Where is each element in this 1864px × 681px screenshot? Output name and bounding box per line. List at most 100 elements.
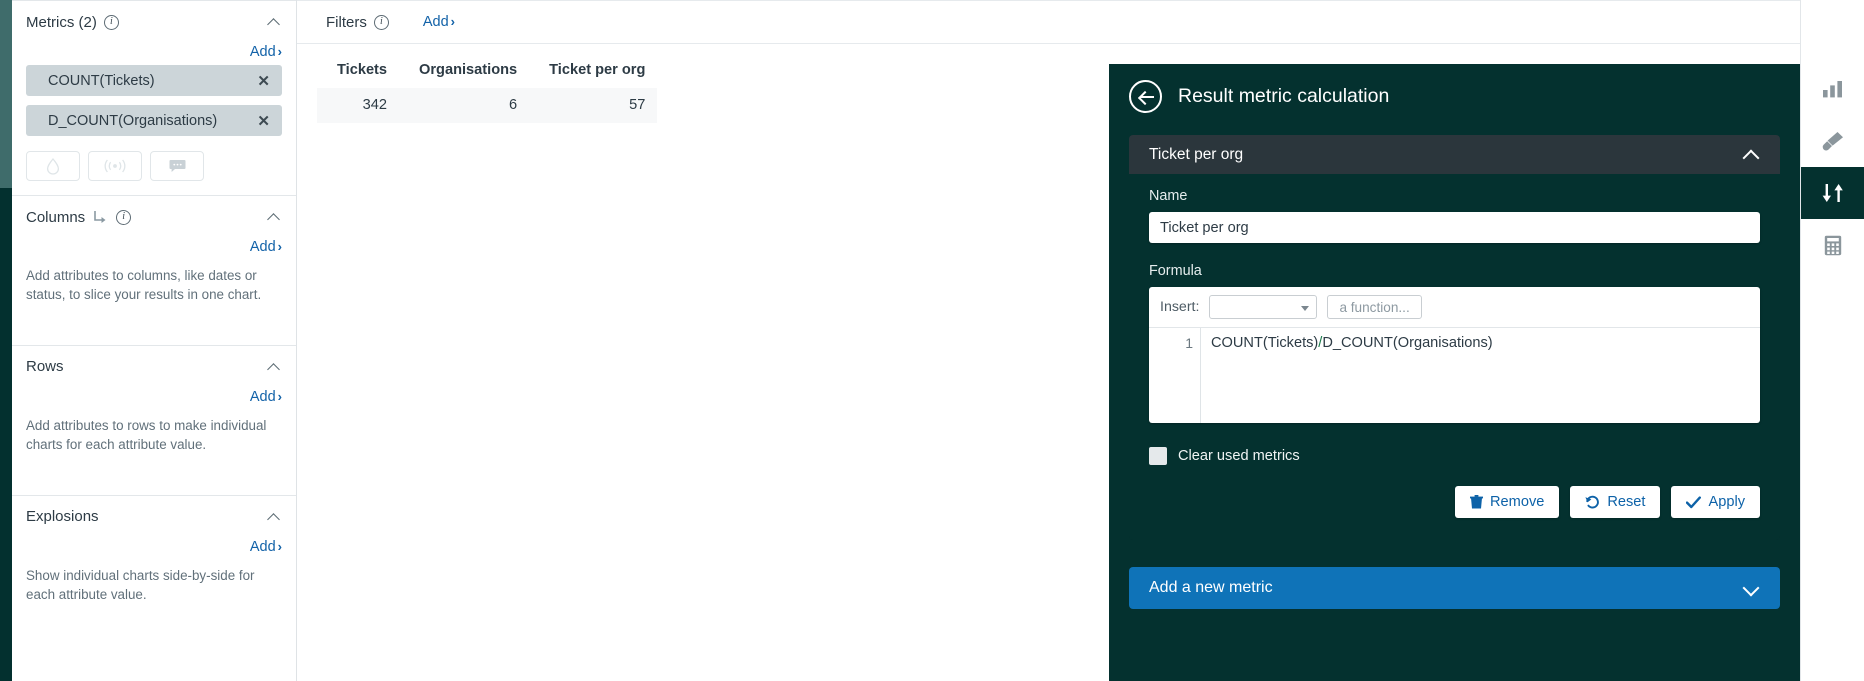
trash-icon xyxy=(1470,495,1483,509)
remove-button[interactable]: Remove xyxy=(1455,486,1559,518)
insert-label: Insert: xyxy=(1160,299,1199,315)
formula-code-text[interactable]: COUNT(Tickets)/D_COUNT(Organisations) xyxy=(1201,328,1760,423)
reset-button[interactable]: Reset xyxy=(1570,486,1660,518)
chevron-right-icon: › xyxy=(278,539,282,554)
columns-help-text: Add attributes to columns, like dates or… xyxy=(26,260,278,345)
metrics-section-header[interactable]: Metrics (2) i xyxy=(26,1,282,43)
table-header-cell[interactable]: Organisations xyxy=(399,56,529,88)
bar-chart-icon xyxy=(1822,80,1843,98)
metrics-add-link[interactable]: Add› xyxy=(250,44,282,60)
rows-section-header[interactable]: Rows xyxy=(26,346,282,388)
metrics-add-label: Add xyxy=(250,44,276,60)
formula-toolbar: Insert: a function... xyxy=(1149,287,1760,328)
results-table: Tickets Organisations Ticket per org 342… xyxy=(317,56,657,123)
columns-section-header[interactable]: Columns i xyxy=(26,196,282,238)
chevron-down-icon[interactable] xyxy=(1742,579,1760,597)
left-rail-lower-segment xyxy=(0,188,12,681)
rows-add-link[interactable]: Add› xyxy=(250,389,282,405)
sidebar-section-metrics: Metrics (2) i Add› COUNT(Tickets) ✕ D_CO… xyxy=(12,0,296,195)
metric-card-title: Ticket per org xyxy=(1149,146,1243,164)
formula-operand-right: D_COUNT(Organisations) xyxy=(1322,335,1492,351)
metric-chip[interactable]: COUNT(Tickets) ✕ xyxy=(26,65,282,96)
apply-button[interactable]: Apply xyxy=(1671,486,1760,518)
undo-icon xyxy=(1585,495,1600,509)
chevron-right-icon: › xyxy=(278,44,282,59)
comment-bubble-icon-button[interactable] xyxy=(150,151,204,181)
metrics-add-row: Add› xyxy=(26,43,282,65)
rail-item-style[interactable] xyxy=(1801,115,1864,167)
calculator-icon xyxy=(1824,235,1842,256)
filters-bar: Filters i Add› xyxy=(297,0,1864,44)
rail-item-chart[interactable] xyxy=(1801,63,1864,115)
metric-chip[interactable]: D_COUNT(Organisations) ✕ xyxy=(26,105,282,136)
formula-field-label: Formula xyxy=(1149,263,1760,279)
table-header-cell[interactable]: Tickets xyxy=(317,56,399,88)
explosions-help-text: Show individual charts side-by-side for … xyxy=(26,560,278,645)
rows-add-label: Add xyxy=(250,389,276,405)
chevron-up-icon[interactable] xyxy=(268,510,282,524)
metrics-title: Metrics (2) xyxy=(26,14,97,31)
close-icon[interactable]: ✕ xyxy=(255,112,272,130)
clear-used-metrics-row[interactable]: Clear used metrics xyxy=(1149,423,1760,465)
info-icon[interactable]: i xyxy=(374,15,389,30)
chevron-right-icon: › xyxy=(278,389,282,404)
function-input[interactable]: a function... xyxy=(1327,295,1421,319)
check-icon xyxy=(1686,496,1701,509)
config-sidebar: …chart, to slice your results in one cha… xyxy=(12,0,297,681)
left-color-rail xyxy=(0,0,12,681)
paintbrush-icon xyxy=(1822,131,1844,152)
metric-chip-label: COUNT(Tickets) xyxy=(36,73,255,89)
remove-button-label: Remove xyxy=(1490,494,1544,510)
chevron-up-icon[interactable] xyxy=(268,210,282,224)
metric-action-buttons: Remove Reset Apply xyxy=(1149,465,1760,518)
explosions-add-link[interactable]: Add› xyxy=(250,539,282,555)
chevron-up-icon[interactable] xyxy=(268,15,282,29)
table-row: 342 6 57 xyxy=(317,88,657,123)
table-header-row: Tickets Organisations Ticket per org xyxy=(317,56,657,88)
insert-select[interactable] xyxy=(1209,295,1317,319)
clear-used-metrics-label: Clear used metrics xyxy=(1178,448,1300,464)
chevron-right-icon: › xyxy=(451,14,455,29)
info-icon[interactable]: i xyxy=(104,15,119,30)
close-icon[interactable]: ✕ xyxy=(255,72,272,90)
chevron-up-icon[interactable] xyxy=(268,360,282,374)
explosions-add-label: Add xyxy=(250,539,276,555)
droplet-icon xyxy=(46,158,60,175)
back-arrow-circle-icon[interactable] xyxy=(1129,80,1162,113)
rows-add-row: Add› xyxy=(26,388,282,410)
reset-button-label: Reset xyxy=(1607,494,1645,510)
pivot-arrow-icon[interactable] xyxy=(93,210,109,224)
name-input[interactable] xyxy=(1149,212,1760,243)
apply-button-label: Apply xyxy=(1708,494,1745,510)
rail-item-calculator[interactable] xyxy=(1801,219,1864,271)
metric-card-body: Name Formula Insert: a function... 1 COU… xyxy=(1129,174,1780,540)
columns-add-label: Add xyxy=(250,239,276,255)
table-cell: 342 xyxy=(317,88,399,123)
formula-editor: Insert: a function... 1 COUNT(Tickets)/D… xyxy=(1149,287,1760,423)
droplet-icon-button[interactable] xyxy=(26,151,80,181)
left-rail-upper-segment xyxy=(0,0,12,188)
sidebar-section-columns: Columns i Add› Add attributes to columns… xyxy=(12,195,296,345)
filters-label: Filters xyxy=(326,14,367,31)
columns-title: Columns xyxy=(26,209,85,226)
drawer-title: Result metric calculation xyxy=(1178,85,1389,108)
formula-code-area[interactable]: 1 COUNT(Tickets)/D_COUNT(Organisations) xyxy=(1149,328,1760,423)
filters-add-link[interactable]: Add› xyxy=(423,14,455,30)
broadcast-signal-icon-button[interactable] xyxy=(88,151,142,181)
chevron-up-icon[interactable] xyxy=(1742,146,1760,164)
metric-card-header[interactable]: Ticket per org xyxy=(1129,135,1780,174)
drawer-header: Result metric calculation xyxy=(1109,64,1800,128)
add-new-metric-bar[interactable]: Add a new metric xyxy=(1129,567,1780,609)
table-cell: 57 xyxy=(529,88,657,123)
metric-chip-label: D_COUNT(Organisations) xyxy=(36,113,255,129)
formula-operand-left: COUNT(Tickets) xyxy=(1211,335,1318,351)
line-number-gutter: 1 xyxy=(1149,328,1201,423)
rail-item-metrics[interactable] xyxy=(1801,167,1864,219)
explosions-section-header[interactable]: Explosions xyxy=(26,496,282,538)
info-icon[interactable]: i xyxy=(116,210,131,225)
table-header-cell[interactable]: Ticket per org xyxy=(529,56,657,88)
columns-add-row: Add› xyxy=(26,238,282,260)
table-cell: 6 xyxy=(399,88,529,123)
clear-used-metrics-checkbox[interactable] xyxy=(1149,447,1167,465)
columns-add-link[interactable]: Add› xyxy=(250,239,282,255)
